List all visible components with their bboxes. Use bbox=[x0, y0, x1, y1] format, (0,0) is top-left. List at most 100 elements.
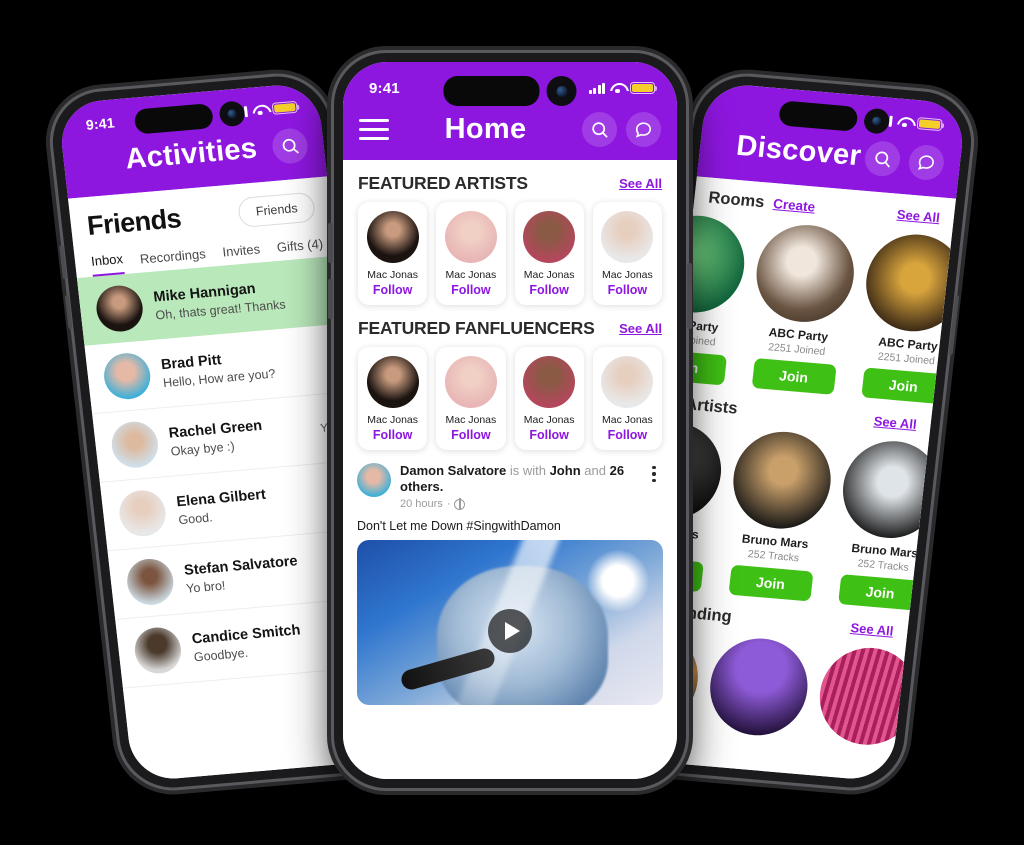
follow-button[interactable]: Follow bbox=[597, 283, 658, 297]
tab-inbox[interactable]: Inbox bbox=[90, 251, 125, 277]
fanfluencer-name: Mac Jonas bbox=[601, 414, 653, 426]
join-button[interactable]: Join bbox=[751, 357, 837, 395]
avatar bbox=[523, 211, 576, 263]
trending-card[interactable] bbox=[704, 634, 813, 746]
fanfluencer-card[interactable]: Mac Jonas Follow bbox=[514, 347, 584, 450]
post-time-text: 20 hours bbox=[400, 498, 443, 510]
trending-card[interactable] bbox=[814, 643, 923, 755]
see-all-link[interactable]: See All bbox=[850, 620, 894, 639]
featured-artists-row: Mac Jonas Follow Mac Jonas Follow Mac Jo… bbox=[343, 202, 677, 305]
section-artists: Artists See All Bruno Mars 252 Tracks Jo… bbox=[631, 385, 946, 614]
status-time: 9:41 bbox=[369, 79, 400, 97]
see-all-link[interactable]: See All bbox=[873, 413, 917, 432]
page-title: Activities bbox=[123, 132, 259, 176]
join-button[interactable]: Join bbox=[837, 574, 923, 611]
artist-card[interactable]: Mac Jonas Follow bbox=[592, 202, 662, 305]
chat-bubble-icon[interactable] bbox=[626, 112, 661, 147]
avatar bbox=[109, 419, 161, 470]
create-room-link[interactable]: Create bbox=[772, 196, 816, 214]
app-header-center: Home bbox=[343, 108, 677, 160]
feed-post: Damon Salvatore is with John and 26 othe… bbox=[343, 450, 677, 705]
trending-image bbox=[705, 634, 813, 740]
join-button[interactable]: Join bbox=[860, 367, 946, 405]
artist-card[interactable]: Mac Jonas Follow bbox=[358, 202, 428, 305]
post-others-word: others. bbox=[400, 479, 444, 494]
front-camera-icon bbox=[218, 100, 246, 128]
follow-button[interactable]: Follow bbox=[519, 428, 580, 442]
post-tagged-user: John bbox=[549, 463, 581, 478]
avatar bbox=[94, 283, 146, 334]
page-title: Home bbox=[444, 113, 527, 145]
power-button[interactable] bbox=[948, 294, 960, 355]
volume-button[interactable] bbox=[328, 223, 333, 263]
volume-button[interactable] bbox=[59, 245, 67, 280]
section-title: FEATURED FANFLUENCERS bbox=[358, 318, 595, 338]
post-video[interactable] bbox=[357, 540, 663, 705]
post-and-word: and bbox=[584, 463, 606, 478]
kebab-menu-icon[interactable] bbox=[645, 463, 663, 483]
follow-button[interactable]: Follow bbox=[362, 428, 423, 442]
post-caption: Don't Let me Down #SingwithDamon bbox=[357, 519, 561, 533]
artist-image bbox=[728, 427, 836, 533]
volume-button[interactable] bbox=[64, 294, 73, 330]
follow-button[interactable]: Follow bbox=[440, 428, 501, 442]
fanfluencer-card[interactable]: Mac Jonas Follow bbox=[436, 347, 506, 450]
home-content: FEATURED ARTISTS See All Mac Jonas Follo… bbox=[343, 160, 677, 779]
room-joined: 2251 Joined bbox=[877, 350, 936, 368]
search-icon[interactable] bbox=[582, 112, 617, 147]
wifi-icon bbox=[252, 104, 268, 116]
tab-invites[interactable]: Invites bbox=[222, 241, 262, 265]
fanfluencer-card[interactable]: Mac Jonas Follow bbox=[592, 347, 662, 450]
section-header-featured-artists: FEATURED ARTISTS See All bbox=[343, 160, 677, 202]
avatar bbox=[444, 356, 497, 408]
artist-name: Mac Jonas bbox=[601, 269, 653, 281]
hamburger-icon[interactable] bbox=[359, 114, 389, 146]
join-button[interactable]: Join bbox=[727, 564, 814, 602]
see-all-link[interactable]: See All bbox=[619, 321, 662, 336]
section-title: FEATURED ARTISTS bbox=[358, 173, 528, 193]
tab-gifts[interactable]: Gifts (4) bbox=[276, 236, 324, 261]
follow-button[interactable]: Follow bbox=[519, 283, 580, 297]
follow-button[interactable]: Follow bbox=[597, 428, 658, 442]
artist-card[interactable]: Bruno Mars 252 Tracks Join bbox=[830, 437, 946, 611]
volume-button[interactable] bbox=[328, 279, 333, 319]
artist-card[interactable]: Bruno Mars 252 Tracks Join bbox=[720, 427, 836, 602]
play-icon[interactable] bbox=[488, 608, 532, 653]
fanfluencer-name: Mac Jonas bbox=[445, 414, 497, 426]
section-header-featured-fanfluencers: FEATURED FANFLUENCERS See All bbox=[343, 305, 677, 347]
front-camera-icon bbox=[546, 76, 577, 106]
artist-card[interactable]: Mac Jonas Follow bbox=[514, 202, 584, 305]
follow-button[interactable]: Follow bbox=[440, 283, 501, 297]
featured-fanfluencers-row: Mac Jonas Follow Mac Jonas Follow Mac Jo… bbox=[343, 347, 677, 450]
wifi-icon bbox=[610, 83, 625, 94]
trending-image bbox=[814, 643, 923, 749]
wifi-icon bbox=[897, 116, 913, 128]
globe-icon bbox=[454, 498, 466, 510]
chat-bubble-icon[interactable] bbox=[906, 143, 946, 182]
artist-tracks: 252 Tracks bbox=[856, 557, 910, 574]
post-timestamp: 20 hours · bbox=[400, 498, 636, 510]
room-card[interactable]: ABC Party 2251 Joined Join bbox=[853, 230, 956, 405]
battery-icon bbox=[271, 100, 298, 115]
avatar bbox=[124, 557, 176, 607]
see-all-link[interactable]: See All bbox=[619, 176, 662, 191]
search-icon[interactable] bbox=[863, 139, 902, 178]
post-author: Damon Salvatore bbox=[400, 463, 507, 478]
power-button[interactable] bbox=[687, 263, 692, 329]
follow-button[interactable]: Follow bbox=[362, 283, 423, 297]
phone-mockup-scene: 9:41 Activities Friends Friends Inbox Re… bbox=[0, 0, 1024, 845]
fanfluencer-name: Mac Jonas bbox=[523, 414, 575, 426]
search-icon[interactable] bbox=[270, 127, 310, 165]
room-image bbox=[861, 230, 956, 336]
avatar bbox=[366, 356, 419, 408]
artist-card[interactable]: Mac Jonas Follow bbox=[436, 202, 506, 305]
artist-name: Mac Jonas bbox=[523, 269, 575, 281]
post-others-count: 26 bbox=[609, 463, 625, 478]
fanfluencer-card[interactable]: Mac Jonas Follow bbox=[358, 347, 428, 450]
artist-name: Mac Jonas bbox=[445, 269, 497, 281]
avatar bbox=[132, 625, 184, 676]
room-image bbox=[751, 221, 859, 326]
avatar bbox=[366, 211, 419, 263]
see-all-link[interactable]: See All bbox=[896, 207, 940, 226]
room-card[interactable]: ABC Party 2251 Joined Join bbox=[744, 221, 859, 395]
